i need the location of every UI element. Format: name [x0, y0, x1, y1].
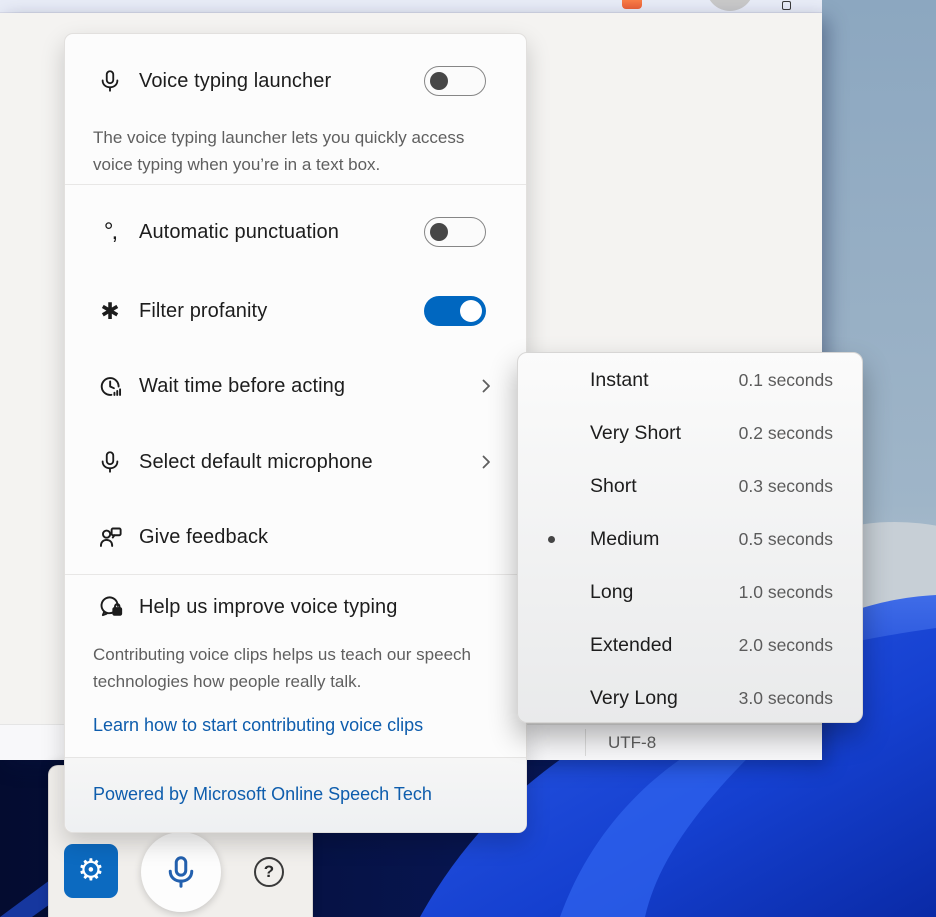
selected-bullet	[548, 536, 562, 543]
menu-item-label: Very Short	[590, 422, 739, 445]
punctuation-icon: °,	[93, 220, 127, 244]
microphone-icon	[162, 853, 200, 891]
menu-item-long[interactable]: Long 1.0 seconds	[518, 566, 862, 619]
row-label: Select default microphone	[139, 451, 373, 474]
selected-bullet	[548, 483, 562, 490]
extension-cube-icon	[782, 1, 791, 10]
asterisk-icon: ✱	[93, 300, 127, 323]
row-filter-profanity[interactable]: ✱ Filter profanity	[93, 273, 498, 349]
menu-item-very-short[interactable]: Very Short 0.2 seconds	[518, 407, 862, 460]
status-bar-divider	[585, 729, 586, 756]
row-automatic-punctuation[interactable]: °, Automatic punctuation	[93, 194, 498, 270]
question-mark-icon: ?	[264, 862, 274, 882]
row-voice-typing-launcher[interactable]: Voice typing launcher	[93, 48, 498, 114]
menu-item-value: 2.0 seconds	[739, 635, 833, 656]
selected-bullet	[548, 642, 562, 649]
chevron-right-icon	[478, 454, 494, 470]
panel-footer: Powered by Microsoft Online Speech Tech	[65, 757, 526, 832]
menu-item-label: Instant	[590, 369, 739, 392]
menu-item-value: 0.5 seconds	[739, 529, 833, 550]
menu-item-medium[interactable]: Medium 0.5 seconds	[518, 513, 862, 566]
menu-item-extended[interactable]: Extended 2.0 seconds	[518, 619, 862, 672]
help-description: Contributing voice clips helps us teach …	[93, 641, 497, 695]
menu-item-instant[interactable]: Instant 0.1 seconds	[518, 354, 862, 407]
encoding-label: UTF-8	[608, 733, 656, 753]
launcher-description: The voice typing launcher lets you quick…	[93, 124, 497, 178]
menu-item-label: Extended	[590, 634, 739, 657]
powered-by-link[interactable]: Powered by Microsoft Online Speech Tech	[93, 784, 432, 805]
filter-profanity-toggle[interactable]	[424, 296, 486, 326]
wait-time-menu: Instant 0.1 seconds Very Short 0.2 secon…	[517, 352, 863, 723]
row-label: Filter profanity	[139, 300, 267, 323]
selected-bullet	[548, 430, 562, 437]
microphone-button[interactable]	[141, 832, 221, 912]
menu-item-label: Long	[590, 581, 739, 604]
row-default-microphone[interactable]: Select default microphone	[93, 424, 498, 500]
row-help-improve: Help us improve voice typing	[93, 579, 498, 635]
menu-item-label: Very Long	[590, 687, 739, 710]
voice-clips-privacy-icon	[93, 594, 127, 621]
feedback-icon	[93, 524, 127, 551]
voice-typing-settings-panel: Voice typing launcher The voice typing l…	[64, 33, 527, 833]
row-label: Automatic punctuation	[139, 221, 339, 244]
automatic-punctuation-toggle[interactable]	[424, 217, 486, 247]
row-give-feedback[interactable]: Give feedback	[93, 499, 498, 575]
browser-app-icon	[622, 0, 642, 9]
selected-bullet	[548, 589, 562, 596]
selected-bullet	[548, 377, 562, 384]
microphone-icon	[93, 68, 127, 94]
menu-item-very-long[interactable]: Very Long 3.0 seconds	[518, 672, 862, 725]
menu-item-short[interactable]: Short 0.3 seconds	[518, 460, 862, 513]
selected-bullet	[548, 695, 562, 702]
row-wait-time[interactable]: Wait time before acting	[93, 348, 498, 424]
menu-item-value: 1.0 seconds	[739, 582, 833, 603]
menu-item-value: 0.1 seconds	[739, 370, 833, 391]
background-window-titlebar	[0, 0, 822, 13]
row-label: Wait time before acting	[139, 375, 345, 398]
menu-item-value: 0.2 seconds	[739, 423, 833, 444]
section-divider	[65, 184, 526, 185]
section-divider	[65, 574, 526, 575]
row-label: Help us improve voice typing	[139, 596, 397, 619]
avatar	[706, 0, 754, 11]
menu-item-label: Short	[590, 475, 739, 498]
menu-item-value: 3.0 seconds	[739, 688, 833, 709]
microphone-icon	[93, 449, 127, 475]
voice-typing-launcher-toggle[interactable]	[424, 66, 486, 96]
row-label: Give feedback	[139, 526, 268, 549]
menu-item-label: Medium	[590, 528, 739, 551]
chevron-right-icon	[478, 378, 494, 394]
learn-contributing-link[interactable]: Learn how to start contributing voice cl…	[93, 715, 423, 736]
clock-wait-icon	[93, 373, 127, 400]
menu-item-value: 0.3 seconds	[739, 476, 833, 497]
gear-icon: ⚙	[78, 856, 105, 886]
row-label: Voice typing launcher	[139, 70, 331, 93]
settings-gear-button[interactable]: ⚙	[64, 844, 118, 898]
help-button[interactable]: ?	[254, 857, 284, 887]
